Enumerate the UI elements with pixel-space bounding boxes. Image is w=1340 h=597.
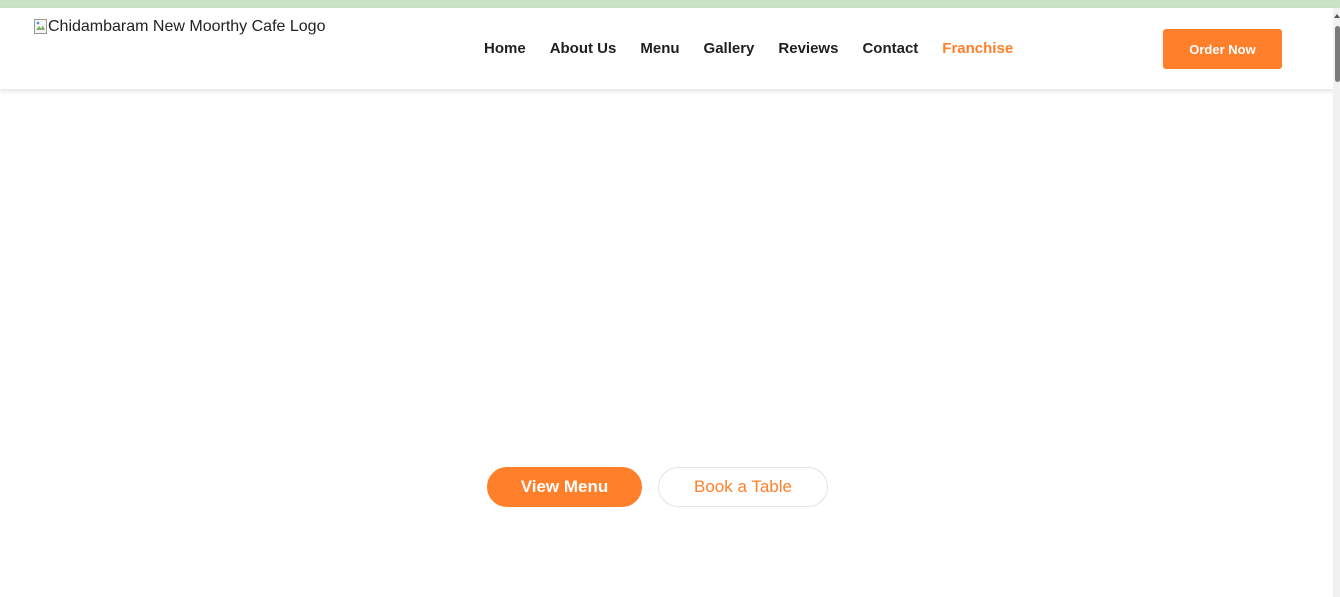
site-logo-link[interactable]: Chidambaram New Moorthy Cafe Logo xyxy=(34,18,325,36)
site-header: Chidambaram New Moorthy Cafe Logo Home A… xyxy=(0,8,1336,89)
nav-item-contact[interactable]: Contact xyxy=(862,40,918,57)
order-now-button[interactable]: Order Now xyxy=(1163,29,1282,69)
nav-item-menu[interactable]: Menu xyxy=(640,40,679,57)
logo-alt-text: Chidambaram New Moorthy Cafe Logo xyxy=(48,18,326,35)
hero-actions: View Menu Book a Table xyxy=(487,467,828,507)
broken-image-icon xyxy=(34,19,48,35)
browser-top-strip xyxy=(0,0,1340,8)
nav-item-gallery[interactable]: Gallery xyxy=(704,40,755,57)
book-table-button[interactable]: Book a Table xyxy=(658,467,828,507)
view-menu-button[interactable]: View Menu xyxy=(487,467,642,507)
scroll-up-arrow-icon[interactable] xyxy=(1334,14,1340,18)
nav-item-home[interactable]: Home xyxy=(484,40,526,57)
nav-item-reviews[interactable]: Reviews xyxy=(778,40,838,57)
scrollbar-thumb[interactable] xyxy=(1335,26,1340,82)
main-navigation: Home About Us Menu Gallery Reviews Conta… xyxy=(484,8,1037,89)
nav-item-about-us[interactable]: About Us xyxy=(550,40,617,57)
nav-item-franchise[interactable]: Franchise xyxy=(942,40,1013,57)
page-scrollbar[interactable] xyxy=(1333,8,1340,597)
